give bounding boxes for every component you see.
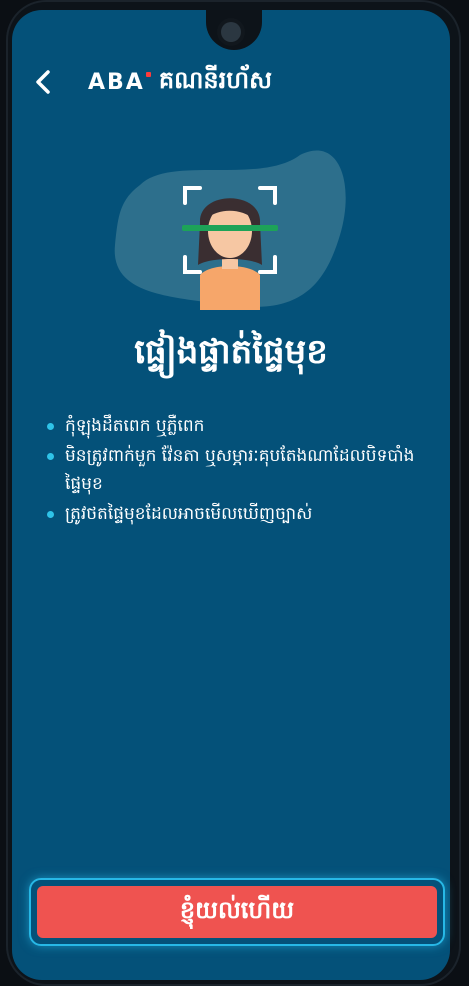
understand-button[interactable]: ខ្ញុំយល់ហើយ xyxy=(37,886,437,938)
face-illustration xyxy=(110,145,350,310)
list-item-text: កុំឡុងដឹតពេក ឬភ្លឺពេក xyxy=(65,416,205,436)
brand-logo-mark xyxy=(145,71,151,77)
bullet-icon xyxy=(47,423,54,430)
section-title: ផ្ទៀងផ្ទាត់ផ្ទៃមុខ xyxy=(134,332,328,372)
list-item: កុំឡុងដឹតពេក ឬភ្លឺពេក xyxy=(45,412,425,440)
list-item-text: ត្រូវថតផ្ទៃមុខដែលអាចមើលឃើញច្បាស់ xyxy=(65,504,313,524)
front-camera-icon xyxy=(221,22,241,42)
list-item: មិនត្រូវពាក់មួក វ៉ែនតា ឬសម្ភារៈគុបតែងណាដ… xyxy=(45,442,425,498)
top-app-bar: ABA គណនីរហ័ស xyxy=(12,54,450,110)
instruction-list: កុំឡុងដឹតពេក ឬភ្លឺពេក មិនត្រូវពាក់មួក វ៉… xyxy=(45,412,425,530)
cta-focus-ring: ខ្ញុំយល់ហើយ xyxy=(29,878,445,946)
page-title: គណនីរហ័ស xyxy=(158,65,272,94)
back-button[interactable] xyxy=(24,62,64,102)
brand-text: ABA xyxy=(88,69,145,95)
face-scan-icon xyxy=(114,150,346,310)
bullet-icon xyxy=(47,453,54,460)
bullet-icon xyxy=(47,511,54,518)
brand-logo: ABA xyxy=(88,69,151,95)
list-item: ត្រូវថតផ្ទៃមុខដែលអាចមើលឃើញច្បាស់ xyxy=(45,500,425,528)
chevron-left-icon xyxy=(36,70,50,94)
list-item-text: មិនត្រូវពាក់មួក វ៉ែនតា ឬសម្ភារៈគុបតែងណាដ… xyxy=(65,446,415,494)
